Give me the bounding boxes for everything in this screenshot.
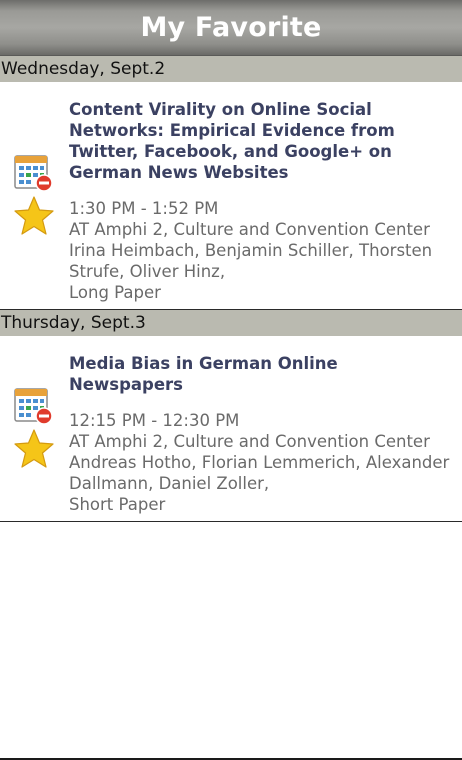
session-icons [0, 336, 69, 521]
session-title[interactable]: Content Virality on Online Social Networ… [69, 99, 450, 183]
star-icon[interactable] [13, 195, 55, 237]
session-time: 1:30 PM - 1:52 PM [69, 199, 219, 218]
session-details: Media Bias in German Online Newspapers 1… [69, 336, 462, 521]
session-location: AT Amphi 2, Culture and Convention Cente… [69, 220, 430, 239]
session-location: AT Amphi 2, Culture and Convention Cente… [69, 432, 430, 451]
session-icons [0, 82, 69, 309]
calendar-remove-icon[interactable] [13, 386, 53, 426]
session-type: Long Paper [69, 283, 161, 302]
session-authors: Andreas Hotho, Florian Lemmerich, Alexan… [69, 453, 450, 493]
favorites-screen: My Favorite Wednesday, Sept.2 Content Vi… [0, 0, 462, 760]
day-header-thursday: Thursday, Sept.3 [0, 310, 462, 336]
session-item[interactable]: Content Virality on Online Social Networ… [0, 82, 462, 310]
day-header-wednesday: Wednesday, Sept.2 [0, 56, 462, 82]
calendar-remove-icon[interactable] [13, 153, 53, 193]
session-title[interactable]: Media Bias in German Online Newspapers [69, 353, 450, 395]
title-bar: My Favorite [0, 0, 462, 56]
session-type: Short Paper [69, 495, 166, 514]
page-title: My Favorite [140, 12, 322, 43]
session-authors: Irina Heimbach, Benjamin Schiller, Thors… [69, 241, 433, 281]
session-details: Content Virality on Online Social Networ… [69, 82, 462, 309]
star-icon[interactable] [13, 428, 55, 470]
session-item[interactable]: Media Bias in German Online Newspapers 1… [0, 336, 462, 522]
session-time: 12:15 PM - 12:30 PM [69, 411, 240, 430]
